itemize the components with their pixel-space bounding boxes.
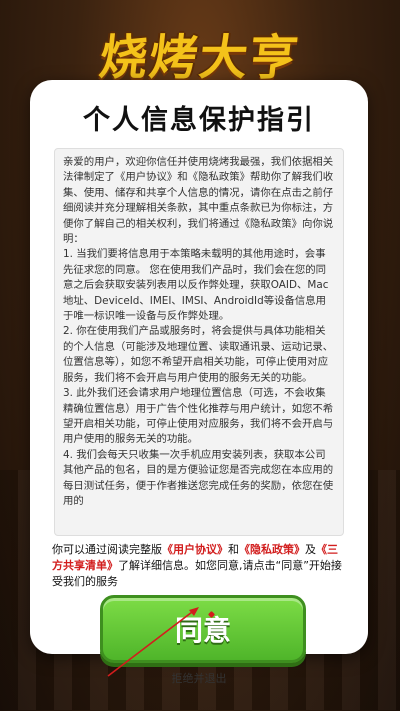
pointer-arrow-icon xyxy=(107,607,199,677)
